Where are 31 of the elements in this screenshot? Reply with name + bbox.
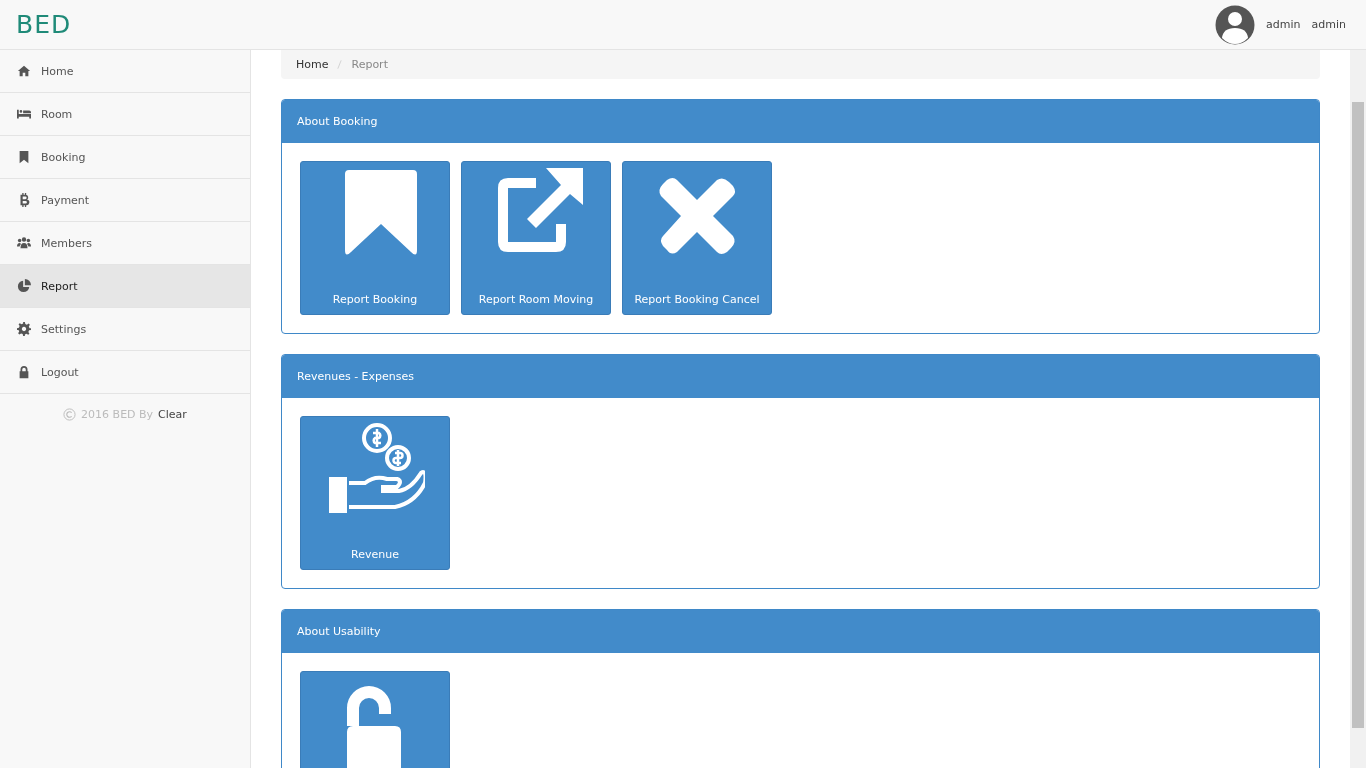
panel-title: About Usability (297, 625, 381, 638)
breadcrumb-separator-icon (337, 59, 343, 70)
nav-item[interactable]: Booking (0, 136, 250, 179)
author-link[interactable]: Clear (158, 408, 187, 421)
avatar-icon[interactable] (1215, 4, 1256, 45)
user-role[interactable]: admin (1311, 18, 1346, 31)
brand-logo[interactable]: BED (16, 10, 72, 39)
lock-icon (17, 365, 31, 379)
nav-item[interactable]: Settings (0, 308, 250, 351)
nav-item[interactable]: Payment (0, 179, 250, 222)
panel-title: About Booking (297, 115, 378, 128)
nav-item[interactable]: Logout (0, 351, 250, 394)
footer-text: 2016 BED By (81, 408, 154, 421)
user-name[interactable]: admin (1266, 18, 1301, 31)
users-icon (17, 236, 31, 250)
breadcrumb-link[interactable]: Home (296, 58, 329, 71)
home-icon (17, 64, 31, 78)
settings-icon (17, 322, 31, 336)
panel-title: Revenues - Expenses (297, 370, 414, 383)
report-tile[interactable]: Report Room Moving (461, 161, 611, 315)
nav-item[interactable]: Home (0, 50, 250, 93)
copyright-icon (63, 408, 77, 421)
scrollbar[interactable] (1350, 50, 1366, 768)
pie-chart-icon (17, 279, 31, 293)
report-tile[interactable]: Report Booking Cancel (622, 161, 772, 315)
nav-item[interactable]: Room (0, 93, 250, 136)
report-tile[interactable]: Report Booking (300, 161, 450, 315)
nav-item[interactable]: Report (0, 265, 250, 308)
bed-icon (17, 107, 31, 121)
report-tile[interactable]: Revenue (300, 416, 450, 570)
bookmark-icon (17, 150, 31, 164)
